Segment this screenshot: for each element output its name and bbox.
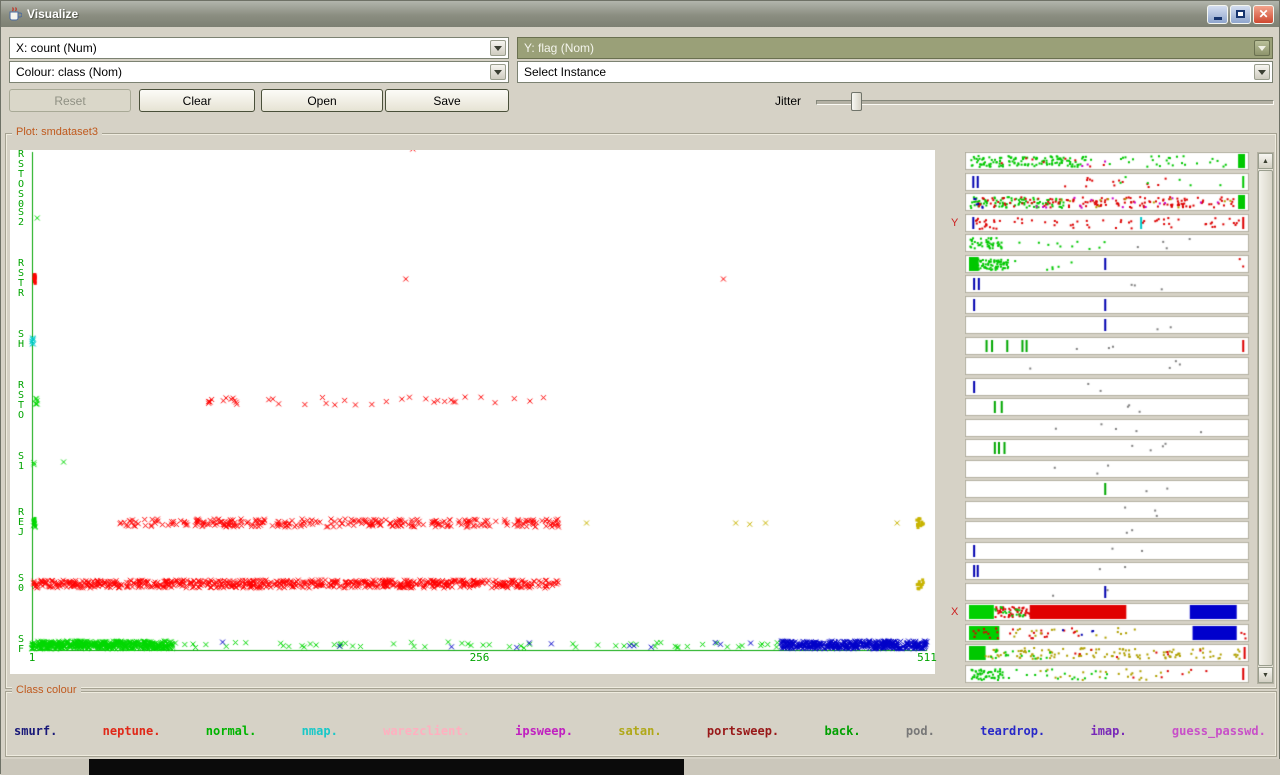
- window-title: Visualize: [27, 7, 79, 21]
- class-colour-item[interactable]: ipsweep.: [515, 724, 573, 738]
- colour-combo[interactable]: Colour: class (Nom): [9, 61, 509, 83]
- class-colour-item[interactable]: back.: [824, 724, 860, 738]
- class-colour-item[interactable]: smurf.: [14, 724, 57, 738]
- jitter-label: Jitter: [775, 94, 802, 108]
- scatter-plot-area: R S T O S 0S 2 R S T R S H R S T O S 1 R E J S…: [10, 149, 937, 674]
- scroll-up-button[interactable]: ▲: [1258, 153, 1273, 169]
- attr-scrollbar[interactable]: ▲ ▼: [1257, 152, 1274, 684]
- x-axis-tick: 256: [469, 651, 490, 664]
- class-colour-item[interactable]: teardrop.: [980, 724, 1045, 738]
- class-colour-item[interactable]: portsweep.: [707, 724, 779, 738]
- chevron-down-icon[interactable]: [1254, 40, 1270, 56]
- arrow-down-icon: ▼: [1262, 671, 1269, 679]
- java-icon: [9, 7, 22, 21]
- y-axis-label: R S T R: [17, 258, 25, 299]
- class-colour-item[interactable]: neptune.: [103, 724, 161, 738]
- class-colour-item[interactable]: guess_passwd.: [1172, 724, 1266, 738]
- colour-value: Colour: class (Nom): [16, 65, 123, 79]
- class-colour-item[interactable]: normal.: [206, 724, 257, 738]
- jitter-slider[interactable]: [816, 90, 1274, 112]
- class-colour-list: smurf. neptune. normal. nmap. warezclient. ip…: [14, 724, 1266, 738]
- class-colour-item[interactable]: warezclient.: [383, 724, 470, 738]
- y-attribute-combo[interactable]: Y: flag (Nom): [517, 37, 1273, 59]
- class-colour-item[interactable]: imap.: [1090, 724, 1126, 738]
- jitter-slider-thumb[interactable]: [851, 92, 862, 111]
- scatter-plot-canvas[interactable]: [10, 150, 935, 674]
- x-attribute-value: X: count (Num): [16, 41, 97, 55]
- x-axis-selector-label: X: [951, 606, 959, 618]
- y-axis-label: S 1: [17, 451, 25, 472]
- minimize-icon: [1213, 17, 1222, 20]
- x-attribute-combo[interactable]: X: count (Num): [9, 37, 509, 59]
- class-colour-groupbox: Class colour smurf. neptune. normal. nmap. w…: [5, 684, 1277, 757]
- arrow-up-icon: ▲: [1262, 157, 1269, 165]
- y-axis-label: S H: [17, 329, 25, 350]
- y-axis-selector-label: Y: [951, 216, 959, 229]
- close-icon: ✕: [1258, 7, 1269, 21]
- close-button[interactable]: ✕: [1253, 4, 1274, 24]
- class-colour-title: Class colour: [12, 684, 81, 696]
- class-colour-item[interactable]: satan.: [618, 724, 661, 738]
- taskbar-black-bar: [89, 759, 684, 775]
- attribute-strips-canvas[interactable]: [965, 152, 1253, 686]
- reset-button[interactable]: Reset: [9, 89, 131, 112]
- instance-value: Select Instance: [524, 65, 607, 79]
- maximize-icon: [1236, 10, 1245, 18]
- attribute-panel: Y X ▲ ▼: [947, 150, 1274, 686]
- minimize-button[interactable]: [1207, 4, 1228, 24]
- x-axis-tick: 1: [28, 651, 36, 664]
- y-axis-label: S 0: [17, 573, 25, 594]
- window-titlebar: Visualize ✕: [1, 1, 1279, 27]
- taskbar-strip: [1, 759, 1280, 775]
- open-button[interactable]: Open: [261, 89, 383, 112]
- class-colour-item[interactable]: pod.: [906, 724, 935, 738]
- clear-button[interactable]: Clear: [139, 89, 255, 112]
- chevron-down-icon[interactable]: [1254, 64, 1270, 80]
- scrollbar-thumb[interactable]: [1258, 170, 1273, 666]
- visualize-window: Visualize ✕ X: count (Num) Y: flag (Nom)…: [0, 0, 1280, 775]
- class-colour-item[interactable]: nmap.: [302, 724, 338, 738]
- y-attribute-value: Y: flag (Nom): [524, 41, 595, 55]
- scroll-down-button[interactable]: ▼: [1258, 667, 1273, 683]
- y-axis-label: R S T O S 0: [17, 149, 25, 210]
- jitter-slider-track[interactable]: [816, 100, 1274, 105]
- instance-combo[interactable]: Select Instance: [517, 61, 1273, 83]
- y-axis-label: R E J: [17, 507, 25, 538]
- save-button[interactable]: Save: [385, 89, 509, 112]
- y-axis-label: R S T O: [17, 380, 25, 421]
- chevron-down-icon[interactable]: [490, 40, 506, 56]
- x-axis-tick: 511: [917, 651, 937, 664]
- y-axis-label: S 2: [17, 207, 25, 228]
- maximize-button[interactable]: [1230, 4, 1251, 24]
- plot-groupbox: Plot: smdataset3 R S T O S 0S 2R S T RS …: [5, 126, 1277, 689]
- chevron-down-icon[interactable]: [490, 64, 506, 80]
- plot-title: Plot: smdataset3: [12, 126, 102, 138]
